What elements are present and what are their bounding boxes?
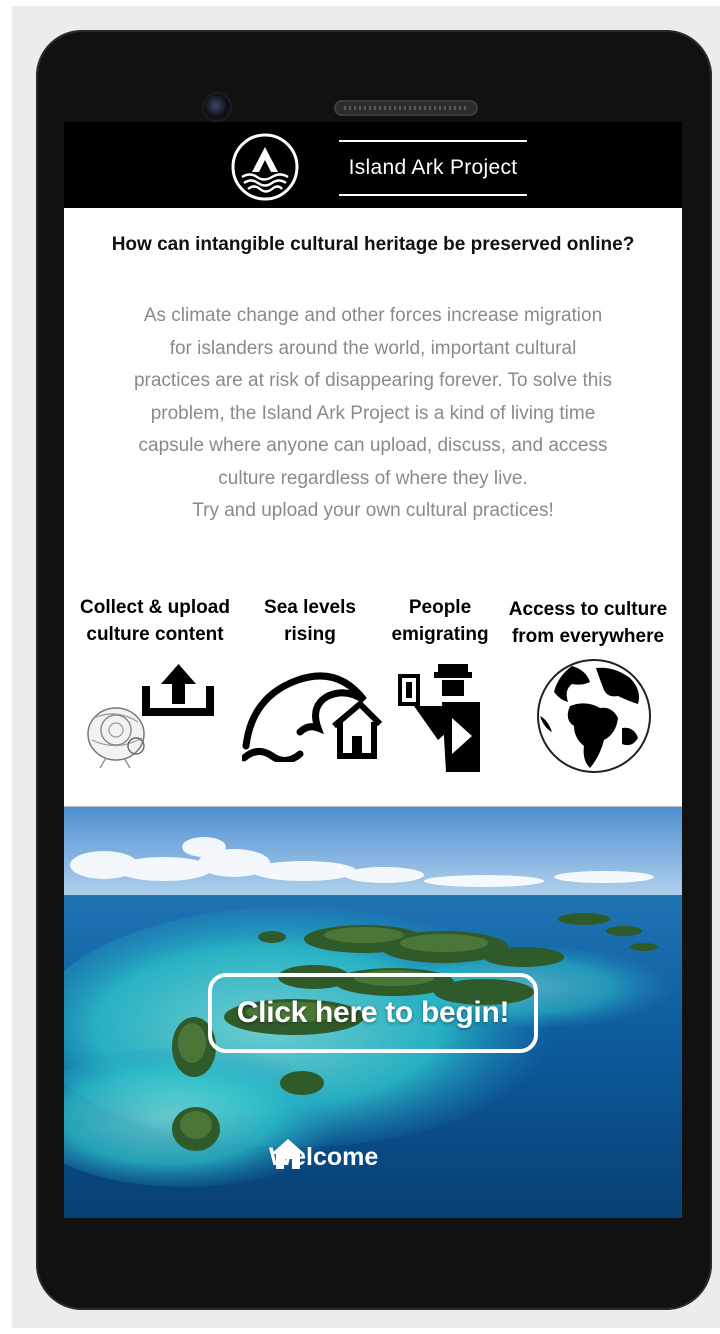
- feature-row: Collect & upload culture content Sea lev…: [64, 594, 682, 804]
- feature-line: Collect & upload: [80, 597, 230, 618]
- begin-button[interactable]: Click here to begin!: [208, 973, 538, 1053]
- intro-paragraph: As climate change and other forces incre…: [76, 300, 670, 528]
- speaker-grille: [334, 100, 478, 116]
- feature-line: People: [408, 597, 472, 618]
- globe-icon[interactable]: [534, 656, 654, 776]
- camera-icon: [204, 94, 230, 120]
- app-title: Island Ark Project: [339, 140, 527, 196]
- welcome-nav[interactable]: Welcome: [269, 1137, 378, 1177]
- feature-title-access: Access to culture from everywhere: [500, 596, 676, 650]
- feature-line: rising: [284, 624, 336, 645]
- app-screen: Island Ark Project How can intangible cu…: [64, 122, 682, 1218]
- header-bar: Island Ark Project: [64, 122, 682, 208]
- feature-title-emigrating: People emigrating: [380, 594, 500, 648]
- intro-line: problem, the Island Ark Project is a kin…: [150, 402, 596, 424]
- intro-line: As climate change and other forces incre…: [143, 305, 603, 326]
- sea-level-house-icon[interactable]: [242, 666, 382, 762]
- intro-line: practices are at risk of disappearing fo…: [133, 370, 613, 391]
- intro-line: Try and upload your own cultural practic…: [192, 500, 554, 521]
- emigration-passport-icon[interactable]: [394, 662, 490, 774]
- intro-line: culture regardless of where they live.: [218, 467, 528, 489]
- feature-title-sea: Sea levels rising: [240, 594, 380, 648]
- feature-line: Access to culture: [508, 599, 668, 620]
- home-icon: [271, 1139, 305, 1169]
- upload-culture-icon[interactable]: [86, 660, 226, 770]
- page-headline: How can intangible cultural heritage be …: [111, 234, 635, 255]
- intro-line: for islanders around the world, importan…: [169, 337, 577, 359]
- feature-line: Sea levels: [264, 597, 356, 618]
- intro-line: capsule where anyone can upload, discuss…: [138, 435, 608, 456]
- feature-title-upload: Collect & upload culture content: [70, 594, 240, 648]
- feature-line: from everywhere: [511, 626, 665, 647]
- feature-line: culture content: [86, 624, 224, 645]
- feature-line: emigrating: [391, 624, 489, 645]
- ark-wave-logo-icon[interactable]: [230, 132, 300, 202]
- hero-banner: Click here to begin! Welcome: [64, 806, 682, 1218]
